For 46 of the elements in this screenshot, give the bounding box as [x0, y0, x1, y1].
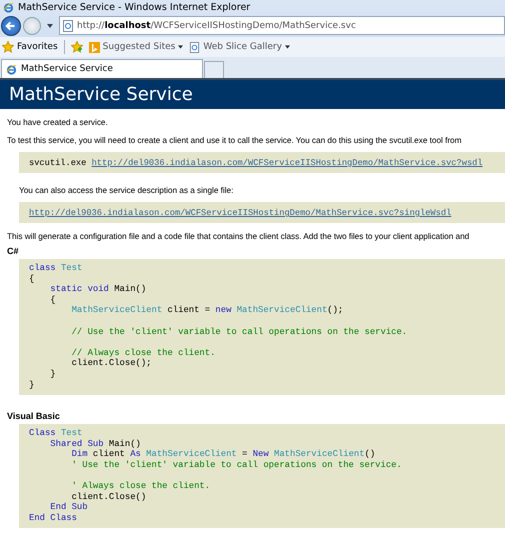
page-heading: MathService Service	[0, 80, 505, 109]
new-tab-button[interactable]	[204, 61, 224, 78]
browser-logo-icon	[3, 2, 14, 12]
add-favorite-icon[interactable]	[70, 41, 83, 53]
back-button[interactable]	[1, 16, 21, 36]
code-line: // Use the 'client' variable to call operations on the service.	[70, 326, 408, 338]
code-line: {	[49, 294, 57, 306]
code-line: class Test	[29, 263, 84, 274]
code-line: ' Always close the client.	[70, 481, 212, 492]
code-line: Shared Sub Main()	[49, 438, 142, 450]
code-line: Dim client As MathServiceClient = New MathServiceClient()	[70, 449, 376, 460]
code-line: }	[49, 368, 57, 380]
paragraph: This will generate a configuration file and a code file that contains the client class. Add the two files to your client application and	[7, 231, 470, 241]
wsdl-link[interactable]: http://del9036.indialason.com/WCFServiceIISHostingDemo/MathService.svc?singleWsdl	[29, 208, 452, 218]
paragraph: You can also access the service description as a single file:	[19, 185, 234, 195]
code-line: End Class	[29, 512, 78, 524]
code-line: // Always close the client.	[70, 348, 216, 358]
caret-icon[interactable]	[47, 24, 53, 28]
command-text: svcutil.exe	[29, 158, 86, 168]
browser-logo-icon	[6, 64, 17, 74]
star-icon	[2, 41, 14, 53]
code-line: ' Use the 'client' variable to call operations on the service.	[70, 460, 403, 470]
page-icon	[63, 20, 73, 32]
paragraph: You have created a service.	[7, 117, 109, 127]
code-line: static void Main()	[49, 284, 148, 295]
code-line: }	[29, 380, 36, 390]
caret-icon	[178, 45, 184, 49]
code-heading: C#	[7, 246, 20, 256]
page-icon	[189, 42, 200, 52]
wsdl-link[interactable]: http://del9036.indialason.com/WCFServiceIISHostingDemo/MathService.svc?wsdl	[92, 158, 483, 168]
address-field[interactable]: http://localhost/WCFServiceIISHostingDemo/MathService.svc	[59, 16, 505, 35]
caret-icon	[284, 45, 290, 49]
favorites-bar-item[interactable]: Web Slice Gallery	[189, 42, 290, 52]
paragraph: To test this service, you will need to create a client and use it to call the service. You can do this using the svcutil.exe tool from	[7, 135, 462, 145]
letter-b-icon	[88, 42, 100, 52]
code-line: End Sub	[49, 502, 89, 513]
code-line: client.Close();	[70, 358, 152, 369]
window-title: MathService Service - Windows Internet Explorer	[18, 2, 250, 12]
browser-tab[interactable]: MathService Service	[1, 59, 203, 78]
favorites-button[interactable]: Favorites	[2, 41, 58, 53]
code-line: MathServiceClient client = new MathServiceClient();	[70, 305, 344, 316]
favorites-bar-item[interactable]: Suggested Sites	[88, 42, 184, 52]
code-line: client.Close()	[70, 492, 148, 502]
code-line: Class Test	[29, 428, 84, 439]
code-line: {	[29, 274, 36, 284]
code-heading: Visual Basic	[7, 411, 61, 422]
